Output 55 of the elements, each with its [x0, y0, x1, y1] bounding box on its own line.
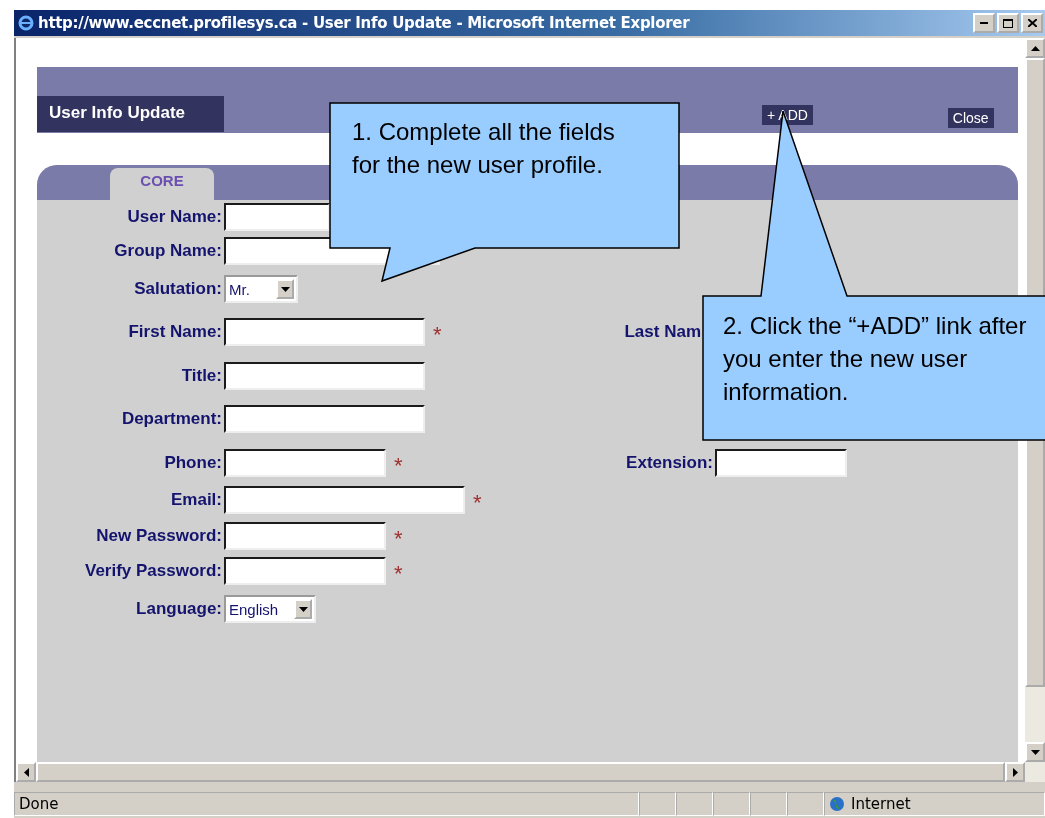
required-marker: * — [433, 322, 442, 348]
security-zone: Internet — [824, 792, 1045, 816]
field-label: First Name: — [127, 322, 223, 342]
field-label: Language: — [135, 599, 223, 619]
scroll-right-button[interactable] — [1005, 762, 1025, 782]
required-marker: * — [394, 526, 403, 552]
text-field[interactable] — [224, 557, 386, 585]
field-label: Group Name: — [113, 241, 223, 261]
text-field[interactable] — [224, 449, 386, 477]
field-label: Verify Password: — [84, 561, 223, 581]
scroll-down-button[interactable] — [1025, 742, 1045, 762]
field-label: Salutation: — [133, 279, 223, 299]
text-field[interactable] — [224, 203, 330, 231]
maximize-button[interactable] — [997, 13, 1019, 33]
field-label: New Password: — [95, 526, 223, 546]
left-arrow-icon — [23, 767, 29, 777]
callout-text: 1. Complete all the fields for the new user profile. — [352, 117, 616, 180]
field-label: Title: — [180, 366, 223, 386]
window-title: http://www.eccnet.profilesys.ca - User Info Update - Microsoft Internet Explorer — [38, 14, 691, 32]
field-label: Extension: — [625, 453, 714, 473]
required-marker: * — [473, 490, 482, 516]
field-label: Phone: — [163, 453, 223, 473]
tab[interactable]: CORE — [110, 168, 214, 200]
minimize-icon — [980, 22, 988, 24]
text-field[interactable] — [715, 449, 847, 477]
text-field[interactable] — [224, 318, 425, 346]
status-text: Done — [14, 792, 639, 816]
close-icon — [1027, 19, 1037, 27]
globe-icon — [829, 796, 845, 812]
required-marker: * — [394, 561, 403, 587]
up-arrow-icon — [1030, 45, 1040, 51]
dropdown[interactable]: English — [224, 595, 316, 623]
dropdown[interactable]: Mr. — [224, 275, 298, 303]
close-button[interactable] — [1021, 13, 1043, 33]
field-label: Email: — [169, 490, 223, 510]
caret-icon — [298, 606, 308, 612]
browser-icon — [18, 15, 34, 31]
page-title: User Info Update — [37, 96, 224, 132]
text-field[interactable] — [224, 405, 425, 433]
text-field[interactable] — [224, 486, 465, 514]
minimize-button[interactable] — [973, 13, 995, 33]
field-label: Department: — [120, 409, 223, 429]
required-marker: * — [394, 453, 403, 479]
close-link[interactable]: Close — [947, 108, 994, 128]
text-field[interactable] — [224, 362, 425, 390]
right-arrow-icon — [1012, 767, 1018, 777]
text-field[interactable] — [224, 522, 386, 550]
maximize-icon — [1003, 18, 1013, 28]
field-label: User Name: — [126, 207, 223, 227]
caret-icon — [280, 286, 290, 292]
down-arrow-icon — [1030, 749, 1040, 755]
field-label: Last Nam — [623, 322, 702, 342]
callout-text: 2. Click the “+ADD” link after you enter the new user information. — [723, 311, 1028, 407]
scroll-left-button[interactable] — [16, 762, 36, 782]
scroll-up-button[interactable] — [1025, 38, 1045, 58]
